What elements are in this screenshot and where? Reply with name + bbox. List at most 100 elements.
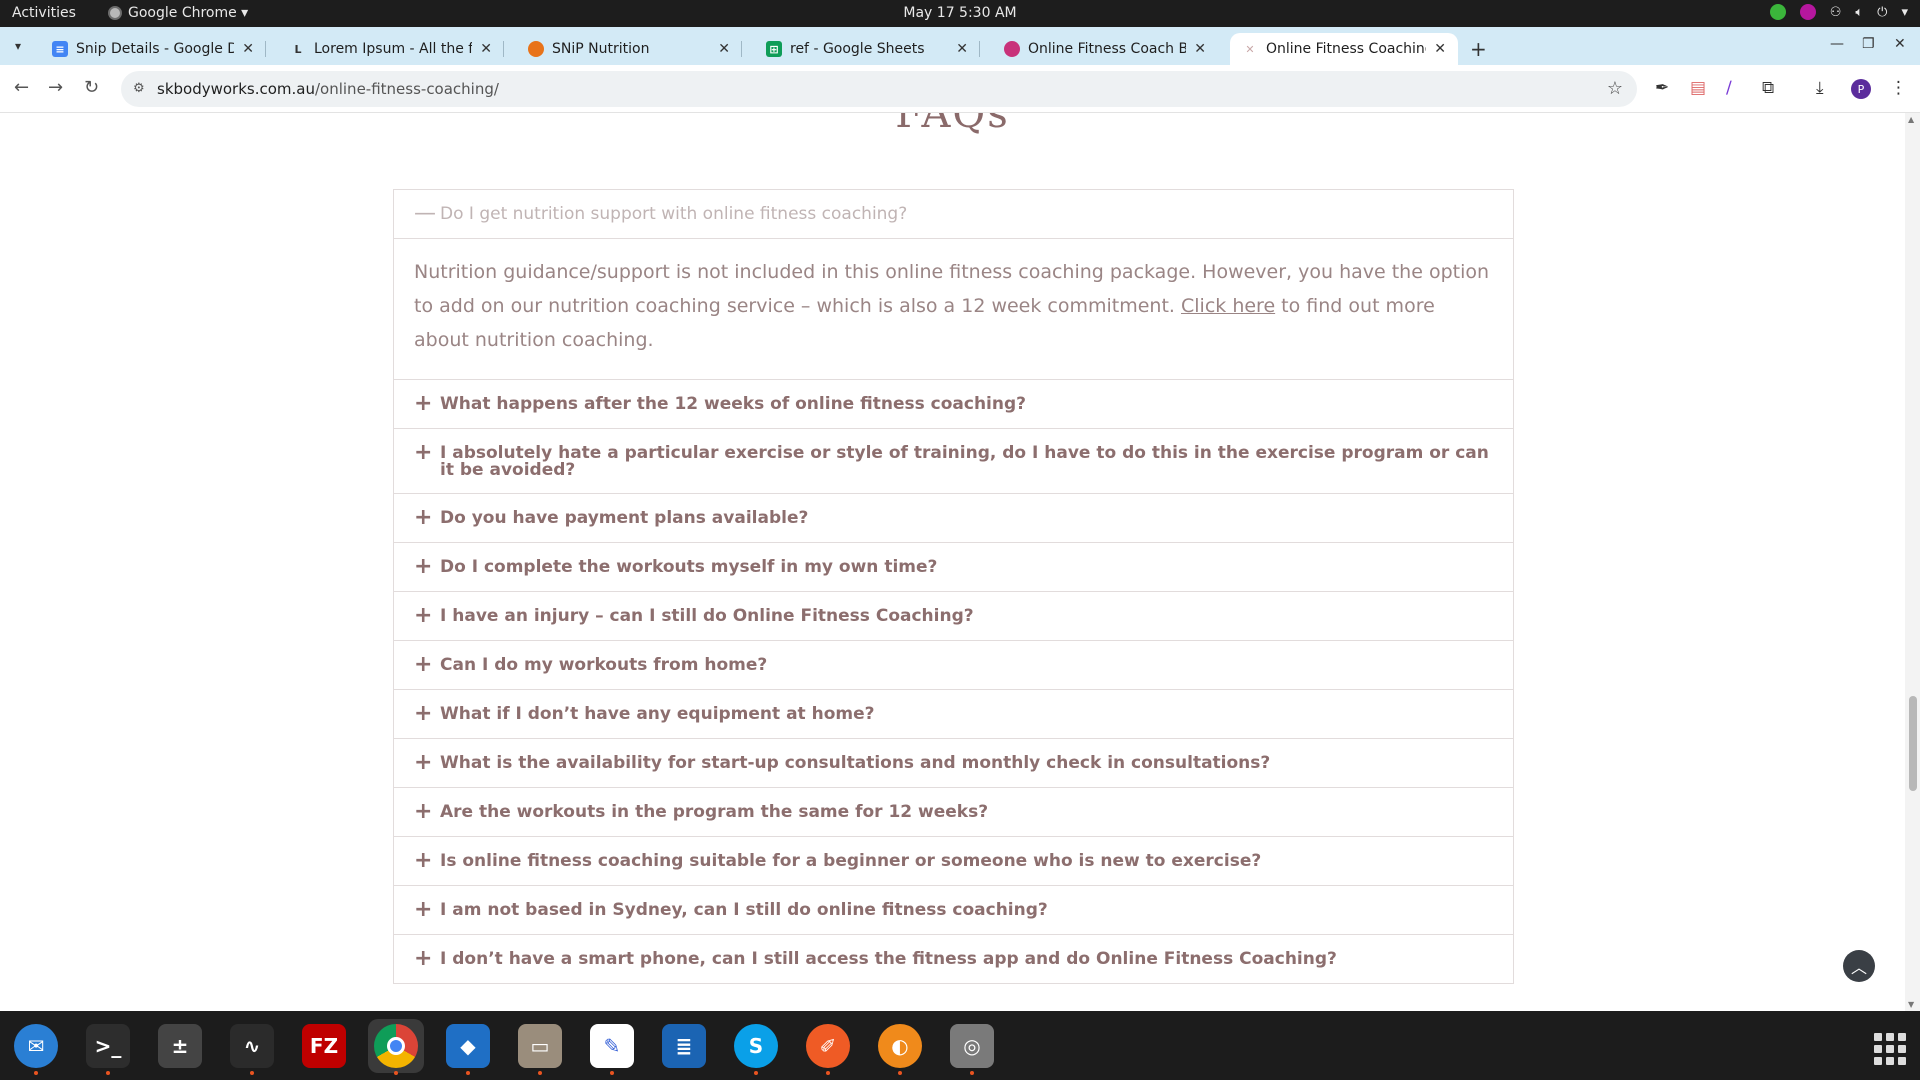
reload-icon[interactable]: ↻ bbox=[84, 77, 99, 98]
dock-chrome[interactable] bbox=[368, 1019, 424, 1075]
dock-terminal[interactable]: >_ bbox=[80, 1019, 136, 1075]
bookmark-star-icon[interactable]: ☆ bbox=[1607, 78, 1623, 99]
page-scrollbar[interactable]: ▲ ▼ bbox=[1905, 113, 1920, 1011]
profile-avatar[interactable]: P bbox=[1851, 79, 1871, 99]
extension-calendar-icon[interactable]: ▤ bbox=[1690, 78, 1706, 98]
minimize-icon[interactable]: — bbox=[1830, 36, 1844, 52]
clock[interactable]: May 17 5:30 AM bbox=[903, 5, 1016, 21]
browser-toolbar: ← → ↻ ⚙ skbodyworks.com.au/online-fitnes… bbox=[0, 65, 1920, 113]
close-window-icon[interactable]: ✕ bbox=[1894, 36, 1906, 52]
faq-question-toggle[interactable]: + I am not based in Sydney, can I still d… bbox=[394, 886, 1513, 934]
dock-text-editor[interactable]: ✎ bbox=[584, 1019, 640, 1075]
dock-files[interactable]: ▭ bbox=[512, 1019, 568, 1075]
system-tray[interactable]: ⚇ 🔈︎ ⏻ ▾ bbox=[1769, 4, 1908, 20]
back-arrow-icon[interactable]: ← bbox=[14, 77, 29, 98]
tab-snip-nutrition[interactable]: SNiP Nutrition ✕ bbox=[516, 33, 742, 65]
lorem-l-icon: L bbox=[294, 42, 302, 56]
dock-thunderbird[interactable]: ✉ bbox=[8, 1019, 64, 1075]
tab-snip-details[interactable]: ≡ Snip Details - Google Do ✕ bbox=[40, 33, 266, 65]
volume-icon[interactable]: 🔈︎ bbox=[1855, 5, 1863, 20]
update-icon[interactable] bbox=[1769, 4, 1786, 20]
tab-search-chevron-icon[interactable]: ▾ bbox=[6, 34, 30, 58]
faq-question: Do I complete the workouts myself in my … bbox=[440, 557, 938, 577]
close-tab-icon[interactable]: ✕ bbox=[1194, 41, 1206, 57]
faq-question: What is the availability for start-up co… bbox=[440, 753, 1271, 773]
running-indicator bbox=[394, 1071, 398, 1075]
activities-button[interactable]: Activities bbox=[12, 5, 76, 21]
close-tab-icon[interactable]: ✕ bbox=[242, 41, 254, 57]
download-icon[interactable]: ⤓ bbox=[1816, 78, 1824, 98]
dock-vscode[interactable]: ◆ bbox=[440, 1019, 496, 1075]
faq-item: + Do you have payment plans available? bbox=[394, 493, 1513, 542]
tab-ref-sheets[interactable]: ⊞ ref - Google Sheets ✕ bbox=[754, 33, 980, 65]
extensions-puzzle-icon[interactable]: ⧉ bbox=[1762, 78, 1774, 98]
scroll-down-arrow-icon[interactable]: ▼ bbox=[1908, 1000, 1914, 1009]
faq-question-toggle[interactable]: + Do you have payment plans available? bbox=[394, 494, 1513, 542]
faq-question-toggle[interactable]: + I have an injury – can I still do Onlin… bbox=[394, 592, 1513, 640]
dock-filezilla[interactable]: FZ bbox=[296, 1019, 352, 1073]
click-here-link[interactable]: Click here bbox=[1181, 295, 1275, 317]
address-bar[interactable]: ⚙ skbodyworks.com.au/online-fitness-coac… bbox=[121, 71, 1637, 107]
power-icon[interactable]: ⏻ bbox=[1877, 5, 1887, 20]
app-menu[interactable]: Google Chrome ▾ bbox=[108, 5, 248, 21]
scroll-up-arrow-icon[interactable]: ▲ bbox=[1908, 115, 1914, 124]
new-tab-plus-icon[interactable]: + bbox=[1470, 37, 1487, 61]
faq-question-toggle[interactable]: + What happens after the 12 weeks of onli… bbox=[394, 380, 1513, 428]
close-tab-icon[interactable]: ✕ bbox=[956, 41, 968, 57]
site-info-icon[interactable]: ⚙ bbox=[133, 81, 145, 96]
faq-question-toggle[interactable]: + Are the workouts in the program the sam… bbox=[394, 788, 1513, 836]
running-indicator bbox=[898, 1071, 902, 1075]
faq-question-toggle[interactable]: + Do I complete the workouts myself in my… bbox=[394, 543, 1513, 591]
tab-title: ref - Google Sheets bbox=[790, 41, 925, 57]
dock-postman[interactable]: ✐ bbox=[800, 1019, 856, 1075]
extension-pen-icon[interactable]: ∕ bbox=[1726, 78, 1732, 98]
faq-question-toggle[interactable]: + I don’t have a smart phone, can I still… bbox=[394, 935, 1513, 983]
back-to-top-chevron-up-icon[interactable]: ︿ bbox=[1843, 950, 1875, 982]
dock-system-monitor[interactable]: ∿ bbox=[224, 1019, 280, 1075]
color-picker-icon[interactable] bbox=[1799, 4, 1816, 20]
web-page: FAQs — Do I get nutrition support with o… bbox=[0, 113, 1905, 1011]
scrollbar-thumb[interactable] bbox=[1909, 696, 1917, 791]
faq-question-toggle[interactable]: — Do I get nutrition support with online… bbox=[394, 190, 1513, 238]
running-indicator bbox=[250, 1071, 254, 1075]
faq-item: + What if I don’t have any equipment at h… bbox=[394, 689, 1513, 738]
tab-online-fitness-coaching[interactable]: ✕ Online Fitness Coaching ✕ bbox=[1230, 33, 1458, 65]
dock-calculator[interactable]: ± bbox=[152, 1019, 208, 1073]
restore-icon[interactable]: ❐ bbox=[1862, 36, 1875, 52]
dock-skype[interactable]: S bbox=[728, 1019, 784, 1075]
network-icon[interactable]: ⚇ bbox=[1830, 5, 1842, 20]
plus-icon: + bbox=[414, 652, 433, 677]
postman-icon: ✐ bbox=[806, 1024, 850, 1068]
tab-fitness-coach-brief[interactable]: Online Fitness Coach Bri ✕ bbox=[992, 33, 1218, 65]
chrome-app-icon bbox=[108, 6, 122, 20]
dock-libreoffice-writer[interactable]: ≣ bbox=[656, 1019, 712, 1073]
docs-icon: ≡ bbox=[52, 41, 68, 57]
eyedropper-icon[interactable]: ✒ bbox=[1655, 78, 1669, 98]
faq-question-toggle[interactable]: + Can I do my workouts from home? bbox=[394, 641, 1513, 689]
plus-icon: + bbox=[414, 391, 433, 416]
tab-lorem-ipsum[interactable]: L Lorem Ipsum - All the fac ✕ bbox=[278, 33, 504, 65]
faq-question-toggle[interactable]: + Is online fitness coaching suitable for… bbox=[394, 837, 1513, 885]
sheets-icon: ⊞ bbox=[766, 41, 782, 57]
system-monitor-icon: ∿ bbox=[230, 1024, 274, 1068]
url-text[interactable]: skbodyworks.com.au/online-fitness-coachi… bbox=[157, 80, 499, 98]
faq-question-toggle[interactable]: + I absolutely hate a particular exercise… bbox=[394, 429, 1513, 493]
app-menu-label: Google Chrome ▾ bbox=[128, 5, 249, 21]
close-tab-icon[interactable]: ✕ bbox=[1434, 41, 1446, 57]
faq-question-toggle[interactable]: + What if I don’t have any equipment at h… bbox=[394, 690, 1513, 738]
system-menu-chevron-icon[interactable]: ▾ bbox=[1901, 5, 1908, 20]
faqs-heading: FAQs bbox=[895, 113, 1010, 137]
close-tab-icon[interactable]: ✕ bbox=[480, 41, 492, 57]
faq-question: What happens after the 12 weeks of onlin… bbox=[440, 394, 1027, 414]
running-indicator bbox=[34, 1071, 38, 1075]
chrome-icon bbox=[374, 1024, 418, 1068]
close-tab-icon[interactable]: ✕ bbox=[718, 41, 730, 57]
dock-burner[interactable]: ◐ bbox=[872, 1019, 928, 1075]
dock-disk[interactable]: ◎ bbox=[944, 1019, 1000, 1075]
show-applications-grid-icon[interactable] bbox=[1874, 1033, 1906, 1065]
faq-question-toggle[interactable]: + What is the availability for start-up c… bbox=[394, 739, 1513, 787]
menu-kebab-icon[interactable]: ⋮ bbox=[1890, 78, 1907, 98]
disk-icon: ◎ bbox=[950, 1024, 994, 1068]
faq-item: + I am not based in Sydney, can I still d… bbox=[394, 885, 1513, 934]
forward-arrow-icon[interactable]: → bbox=[48, 77, 63, 98]
